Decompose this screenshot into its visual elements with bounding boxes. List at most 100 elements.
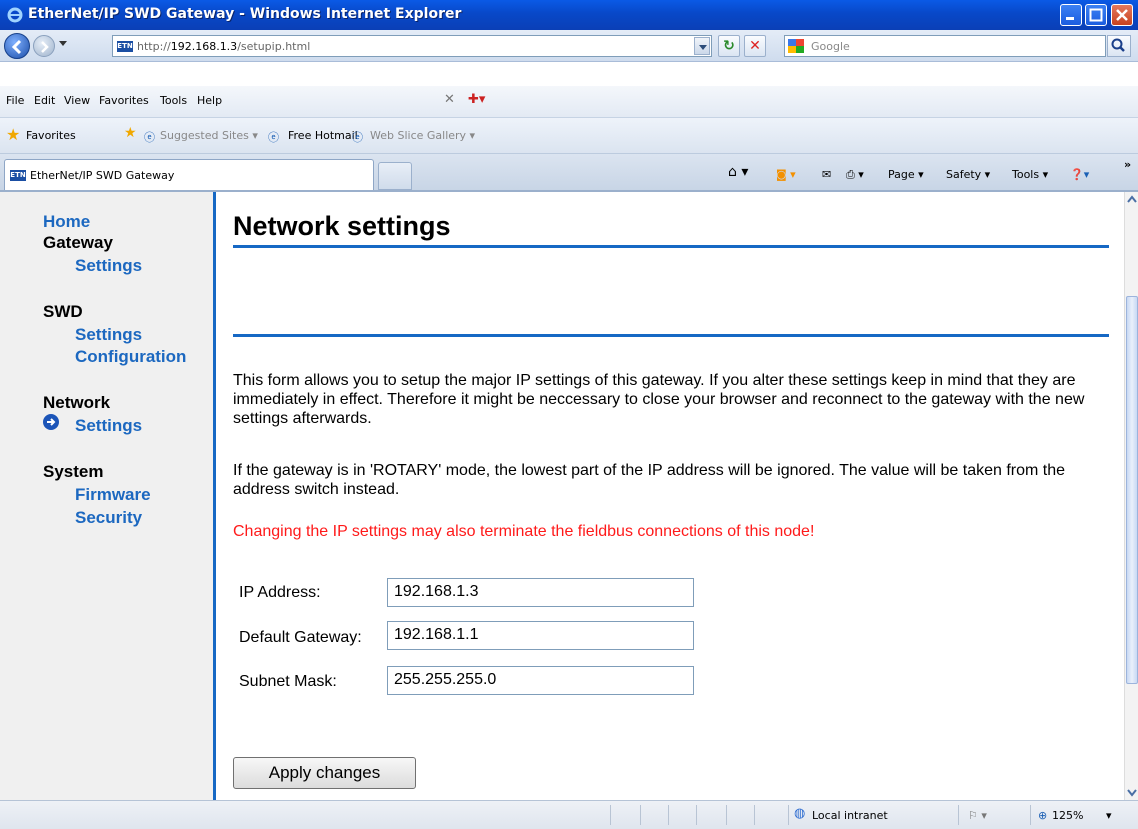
status-divider (1030, 805, 1031, 825)
zoom-level[interactable]: 125% (1052, 809, 1083, 822)
nav-system-firmware[interactable]: Firmware (75, 485, 151, 505)
search-button[interactable] (1107, 35, 1131, 57)
close-icon (1116, 9, 1128, 21)
menu-favorites[interactable]: Favorites (99, 94, 149, 107)
tab-title: EtherNet/IP SWD Gateway (30, 169, 175, 182)
print-icon[interactable]: ⎙ ▾ (846, 168, 864, 182)
ip-address-label: IP Address: (239, 584, 321, 601)
maximize-icon (1089, 8, 1103, 22)
subnet-mask-label: Subnet Mask: (239, 673, 337, 690)
forward-button[interactable] (33, 35, 55, 57)
scroll-down-icon[interactable] (1125, 784, 1138, 800)
default-gateway-input[interactable]: 192.168.1.1 (387, 621, 694, 650)
back-icon (11, 39, 22, 55)
history-dropdown[interactable] (59, 41, 67, 46)
close-button[interactable] (1111, 4, 1133, 26)
nav-home[interactable]: Home (43, 212, 90, 232)
menu-help[interactable]: Help (197, 94, 222, 107)
web-slice-gallery-link[interactable]: Web Slice Gallery ▾ (370, 129, 475, 142)
nav-swd-settings[interactable]: Settings (75, 325, 142, 345)
free-hotmail-link[interactable]: Free Hotmail (288, 129, 358, 142)
zoom-icon: ⊕ (1038, 809, 1048, 822)
menu-view[interactable]: View (64, 94, 90, 107)
nav-network-settings[interactable]: Settings (75, 416, 142, 436)
minimize-button[interactable] (1060, 4, 1082, 26)
help-icon[interactable]: ❓▾ (1070, 168, 1089, 181)
forward-icon (41, 41, 49, 53)
nav-gateway-heading: Gateway (43, 233, 113, 252)
nav-swd-configuration[interactable]: Configuration (75, 347, 186, 367)
tools-menu[interactable]: Tools ▾ (1012, 168, 1048, 181)
url-text: http://192.168.1.3/setupip.html (137, 40, 311, 53)
new-tab-button[interactable] (378, 162, 412, 190)
stop-icon: ✕ (749, 38, 761, 54)
favorites-button[interactable]: Favorites (26, 129, 76, 142)
page-title: Network settings (233, 211, 451, 241)
minimize-icon (1066, 17, 1074, 20)
mail-icon[interactable]: ✉ (822, 168, 831, 181)
ie-icon-webslice: ⓔ (352, 131, 363, 144)
feeds-icon[interactable]: ◙ ▾ (776, 168, 796, 181)
tab-ethernet-gateway[interactable]: ETN EtherNet/IP SWD Gateway (4, 159, 374, 190)
favorites-star-icon: ★ (6, 125, 21, 144)
scroll-up-icon[interactable] (1125, 192, 1138, 208)
section-divider (233, 334, 1109, 337)
page-menu[interactable]: Page ▾ (888, 168, 924, 181)
title-divider (233, 245, 1109, 248)
home-icon[interactable]: ⌂ ▾ (728, 164, 748, 180)
ip-address-input[interactable]: 192.168.1.3 (387, 578, 694, 607)
nav-gateway-settings[interactable]: Settings (75, 256, 142, 276)
search-icon (1111, 38, 1125, 52)
stop-button[interactable]: ✕ (744, 35, 766, 57)
status-divider (668, 805, 669, 825)
site-favicon: ETN (117, 41, 133, 52)
pdf-tool-icon[interactable]: ✚▾ (468, 92, 485, 107)
tab-row: ETN EtherNet/IP SWD Gateway ⌂ ▾ ◙ ▾ ✉ ⎙ … (0, 154, 1138, 192)
favorites-bar: ★ Favorites ★ ⓔ Suggested Sites ▾ ⓔ Free… (0, 118, 1138, 154)
menu-bar: File Edit View Favorites Tools Help ✕ ✚▾ (0, 86, 1138, 118)
arrow-right-icon (43, 414, 59, 430)
google-icon (788, 39, 804, 53)
suggested-sites-link[interactable]: Suggested Sites ▾ (160, 129, 258, 142)
toolbar-close-icon[interactable]: ✕ (444, 92, 455, 107)
add-favorite-icon[interactable]: ★ (124, 125, 137, 141)
window-title: EtherNet/IP SWD Gateway - Windows Intern… (28, 6, 462, 22)
search-input[interactable]: Google (784, 35, 1106, 57)
tab-favicon: ETN (10, 170, 26, 181)
warning-text: Changing the IP settings may also termin… (233, 523, 815, 540)
ie-logo-icon (7, 7, 23, 23)
zoom-dropdown[interactable]: ▾ (1106, 809, 1112, 822)
nav-system-heading: System (43, 462, 104, 481)
rotary-paragraph: If the gateway is in 'ROTARY' mode, the … (233, 462, 1066, 498)
security-zone-text: Local intranet (812, 809, 888, 822)
ie-icon-suggested: ⓔ (144, 131, 155, 144)
nav-swd-heading: SWD (43, 302, 83, 321)
refresh-button[interactable]: ↻ (718, 35, 740, 57)
menu-file[interactable]: File (6, 94, 24, 107)
globe-icon: ◍ (794, 806, 806, 821)
menu-edit[interactable]: Edit (34, 94, 55, 107)
intro-paragraph: This form allows you to setup the major … (233, 372, 1085, 427)
url-input[interactable]: ETN http://192.168.1.3/setupip.html (112, 35, 712, 57)
ie-icon-hotmail: ⓔ (268, 131, 279, 144)
protected-mode-icon[interactable]: ⚐ ▾ (968, 809, 987, 822)
nav-system-security[interactable]: Security (75, 508, 142, 528)
url-dropdown[interactable] (694, 37, 710, 55)
apply-changes-button[interactable]: Apply changes (233, 757, 416, 789)
status-divider (788, 805, 789, 825)
safety-menu[interactable]: Safety ▾ (946, 168, 990, 181)
status-bar: ◍ Local intranet ⚐ ▾ ⊕ 125% ▾ (0, 800, 1138, 829)
scroll-thumb[interactable] (1126, 296, 1138, 684)
default-gateway-label: Default Gateway: (239, 629, 362, 646)
sidebar: Home Gateway Settings SWD Settings Confi… (0, 192, 213, 800)
subnet-mask-input[interactable]: 255.255.255.0 (387, 666, 694, 695)
status-divider (958, 805, 959, 825)
sidebar-divider (213, 192, 216, 800)
menu-tools[interactable]: Tools (160, 94, 187, 107)
status-divider (610, 805, 611, 825)
maximize-button[interactable] (1085, 4, 1107, 26)
back-button[interactable] (4, 33, 30, 59)
status-divider (726, 805, 727, 825)
vertical-scrollbar[interactable] (1124, 192, 1138, 800)
chevron-more-icon[interactable]: » (1124, 158, 1131, 171)
